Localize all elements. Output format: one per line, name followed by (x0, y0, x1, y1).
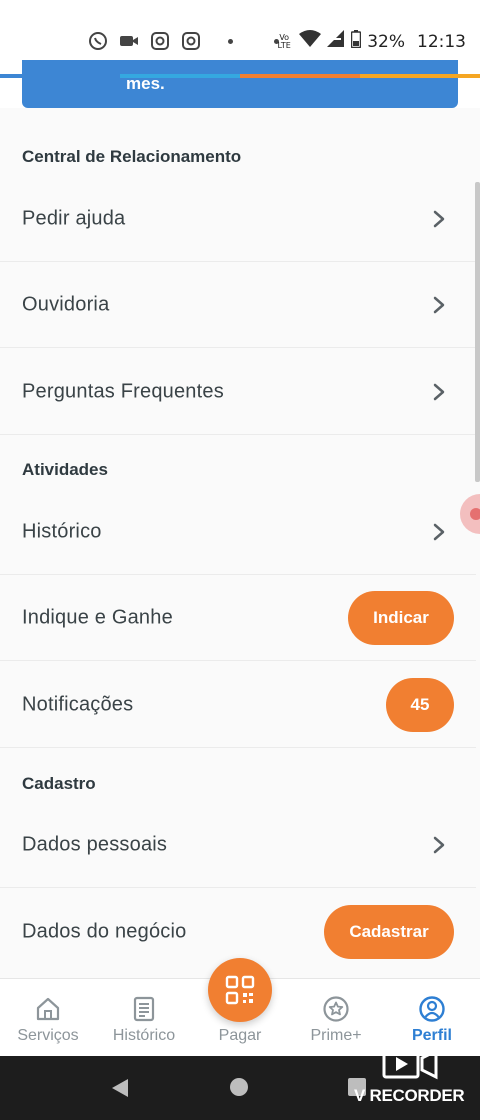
system-status: Vo LTE 32% 12:13 (275, 30, 466, 53)
section-title-atividades: Atividades (22, 460, 108, 479)
menu-item-ouvidoria[interactable]: Ouvidoria (0, 262, 476, 348)
signal-icon (327, 30, 345, 53)
wifi-icon (299, 30, 322, 53)
nav-label: Perfil (411, 1027, 452, 1044)
recorder-logo-icon (382, 1048, 438, 1080)
nav-historico[interactable]: Histórico (96, 979, 192, 1057)
nav-label: Prime+ (310, 1027, 362, 1044)
section-title-cadastro: Cadastro (22, 774, 96, 793)
battery-level: 32% (367, 31, 405, 52)
home-button-icon[interactable] (230, 1078, 248, 1096)
menu-item-label: Dados pessoais (22, 833, 168, 855)
menu-item-historico[interactable]: Histórico (0, 489, 476, 575)
chevron-right-icon (433, 210, 445, 227)
document-icon (133, 996, 155, 1022)
menu-item-label: Dados do negócio (22, 920, 187, 943)
chevron-right-icon (433, 383, 445, 400)
nav-label: Serviços (17, 1027, 79, 1044)
menu-item-indique-e-ganhe[interactable]: Indique e Ganhe Indicar (0, 575, 476, 661)
chevron-right-icon (433, 296, 445, 313)
clock: 12:13 (417, 31, 466, 52)
nav-servicos[interactable]: Serviços (0, 979, 96, 1057)
pay-button[interactable] (208, 958, 272, 1022)
cadastrar-button[interactable]: Cadastrar (324, 905, 454, 959)
indicar-button[interactable]: Indicar (348, 590, 454, 645)
menu-item-label: Notificações (22, 693, 134, 715)
chevron-right-icon (433, 836, 445, 853)
recorder-label: V RECORDER (354, 1086, 465, 1105)
instagram-icon (150, 31, 170, 51)
dot-icon (228, 38, 233, 44)
volte-indicator: Vo LTE (277, 32, 291, 50)
whatsapp-icon (88, 31, 108, 51)
video-icon (119, 31, 139, 51)
header-accent-line (0, 74, 480, 78)
menu-item-perguntas-frequentes[interactable]: Perguntas Frequentes (0, 349, 476, 435)
user-icon (419, 996, 445, 1022)
home-icon (36, 997, 60, 1021)
info-banner[interactable]: mes. (22, 60, 458, 108)
nav-label: Pagar (218, 1027, 262, 1044)
back-icon[interactable] (110, 1078, 130, 1098)
section-title-central: Central de Relacionamento (22, 147, 242, 166)
notification-icons (88, 31, 279, 51)
instagram-icon (181, 31, 201, 51)
menu-item-dados-pessoais[interactable]: Dados pessoais (0, 802, 476, 888)
menu-item-notificacoes[interactable]: Notificações 45 (0, 662, 476, 748)
menu-item-label: Perguntas Frequentes (22, 380, 224, 402)
nav-label: Histórico (112, 1027, 176, 1044)
menu-item-label: Indique e Ganhe (22, 606, 173, 628)
menu-item-label: Ouvidoria (22, 293, 110, 315)
qr-code-icon (225, 975, 255, 1005)
scrollbar[interactable] (475, 182, 480, 482)
menu-item-pedir-ajuda[interactable]: Pedir ajuda (0, 176, 476, 262)
menu-item-label: Pedir ajuda (22, 207, 126, 229)
star-icon (323, 996, 349, 1022)
menu-item-label: Histórico (22, 520, 102, 542)
recorder-watermark: V RECORDER (352, 1044, 470, 1108)
battery-icon (350, 30, 362, 53)
notification-count-badge[interactable]: 45 (386, 677, 454, 732)
chevron-right-icon (433, 523, 445, 540)
